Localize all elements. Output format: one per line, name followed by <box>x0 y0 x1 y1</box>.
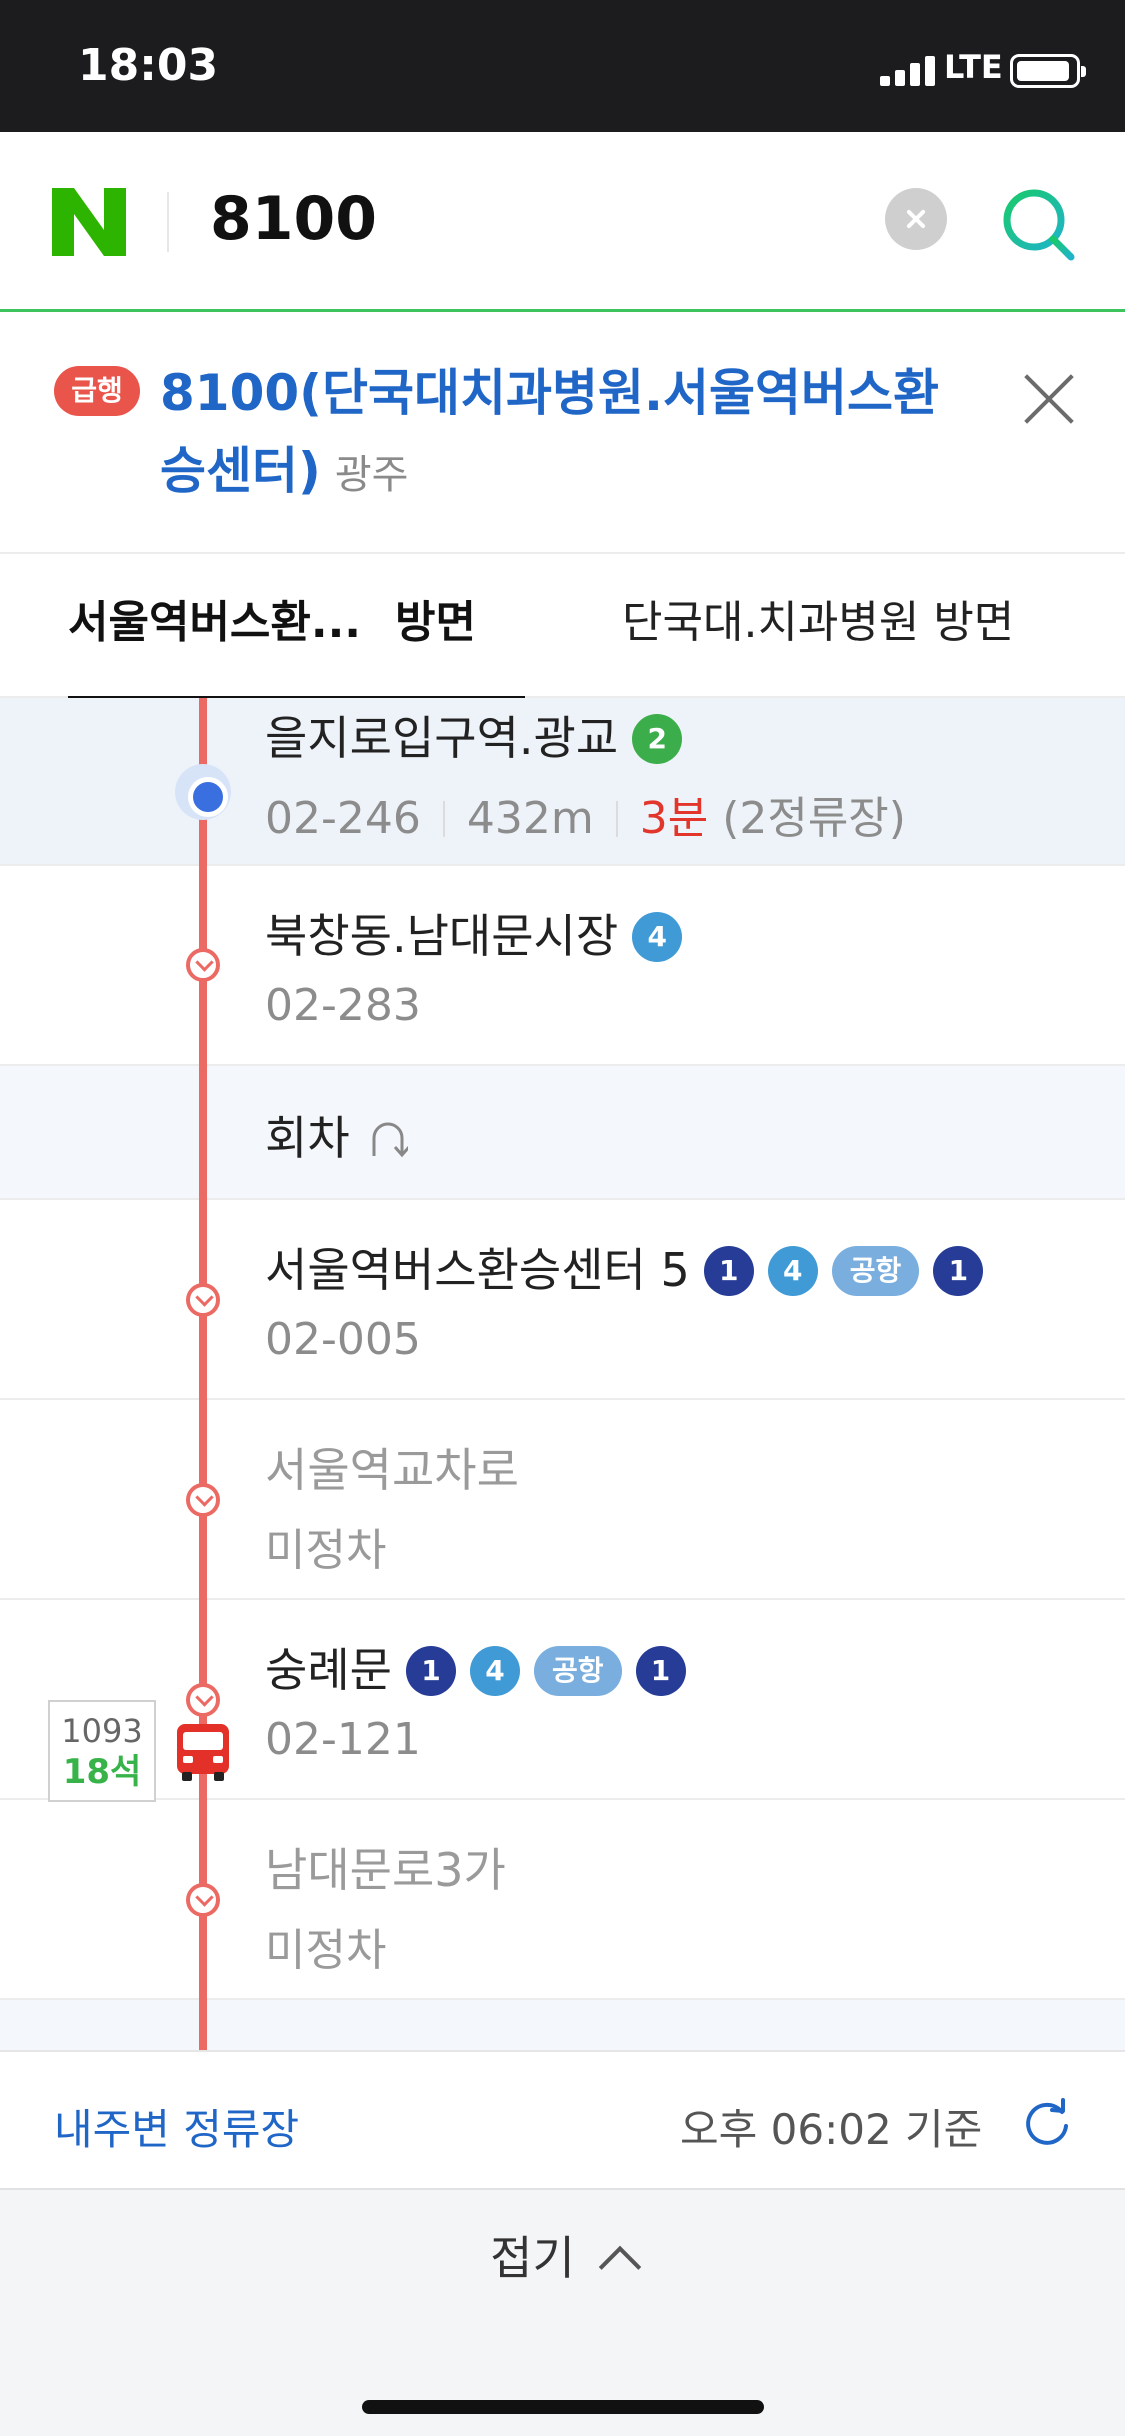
stop-node-icon <box>186 1883 220 1917</box>
refresh-icon[interactable] <box>1022 2098 1072 2148</box>
stop-node-icon <box>186 1483 220 1517</box>
list-item[interactable]: 서울역버스환승센터 5 1 4 공항 1 02-005 <box>0 1200 1125 1400</box>
route-title-text: 8100(단국대치과병원.서울역버스환승센터) <box>160 364 940 500</box>
battery-icon <box>1010 54 1086 88</box>
arrival-eta: 3분 <box>639 793 709 844</box>
search-icon[interactable] <box>1000 186 1078 264</box>
stop-node-icon <box>186 1683 220 1717</box>
stop-status: 미정차 <box>265 1525 387 1576</box>
naver-logo-icon[interactable] <box>52 188 126 256</box>
tab-label-suffix: 방면 <box>395 597 476 648</box>
stop-id: 02-246 <box>265 793 421 844</box>
network-type: LTE <box>944 48 1003 86</box>
stop-name: 서울역버스환승센터 5 <box>265 1243 690 1297</box>
footer-bar: 내주변 정류장 오후 06:02 기준 <box>0 2050 1125 2188</box>
tab-label: 서울역버스환... <box>68 597 362 648</box>
signal-strength-icon <box>880 56 936 86</box>
current-location-icon <box>175 764 231 820</box>
separator <box>615 801 618 837</box>
arrival-eta-note: (2정류장) <box>722 793 906 844</box>
subway-line-badge: 4 <box>469 1646 520 1696</box>
stop-name: 을지로입구역.광교 <box>265 711 619 765</box>
search-bar: 8100 <box>0 132 1125 312</box>
subway-line-badge: 1 <box>405 1646 456 1696</box>
list-item[interactable]: 서울역교차로 미정차 <box>0 1400 1125 1600</box>
stop-distance: 432m <box>466 793 594 844</box>
bottom-safe-area <box>0 2336 1125 2436</box>
stop-id: 02-283 <box>265 980 421 1031</box>
search-input[interactable]: 8100 <box>210 184 377 254</box>
express-badge: 급행 <box>54 366 140 416</box>
status-time: 18:03 <box>78 40 219 91</box>
close-icon[interactable] <box>1022 372 1076 426</box>
direction-tabs: 서울역버스환... 방면 단국대.치과병원 방면 <box>0 554 1125 699</box>
stop-id: 02-121 <box>265 1714 421 1765</box>
route-region: 광주 <box>334 452 409 498</box>
route-header: 급행 8100(단국대치과병원.서울역버스환승센터) 광주 <box>0 312 1125 554</box>
airport-line-badge: 공항 <box>533 1646 622 1696</box>
stop-id: 02-005 <box>265 1314 421 1365</box>
clear-search-button[interactable] <box>885 188 947 250</box>
subway-line-badge: 2 <box>632 714 683 764</box>
list-item[interactable]: 숭례문 1 4 공항 1 02-121 <box>0 1600 1125 1800</box>
list-item[interactable]: 남대문로3가 미정차 <box>0 1800 1125 2000</box>
stop-list[interactable]: 을지로입구역.광교 2 02-246 432m 3분 (2정류장) 북창동.남대문시장… <box>0 698 1125 2050</box>
home-indicator[interactable] <box>362 2400 764 2414</box>
bus-info-plate[interactable]: 1093 18석 <box>48 1700 156 1802</box>
subway-line-badge: 4 <box>632 912 683 962</box>
stop-node-icon <box>186 948 220 982</box>
list-item[interactable]: 북창동.남대문시장 4 02-283 <box>0 866 1125 1066</box>
tab-direction-seoul-station[interactable]: 서울역버스환... 방면 <box>68 554 476 698</box>
route-line <box>199 698 207 2050</box>
subway-line-badge: 4 <box>767 1246 818 1296</box>
turnaround-icon <box>372 1122 408 1158</box>
search-divider <box>167 192 169 252</box>
subway-line-badge: 1 <box>635 1646 686 1696</box>
stop-name: 남대문로3가 <box>265 1843 506 1897</box>
turnaround-row: 회차 <box>0 1066 1125 1200</box>
chevron-up-icon <box>598 2245 642 2289</box>
bus-seats: 18석 <box>62 1752 142 1792</box>
list-item[interactable]: 을지로입구역.광교 2 02-246 432m 3분 (2정류장) <box>0 698 1125 866</box>
tab-direction-dankook[interactable]: 단국대.치과병원 방면 <box>622 554 1014 698</box>
bus-number: 1093 <box>61 1712 143 1750</box>
collapse-label: 접기 <box>490 2231 575 2285</box>
subway-line-badge: 1 <box>703 1246 754 1296</box>
subway-line-badge: 1 <box>933 1246 984 1296</box>
airport-line-badge: 공항 <box>831 1246 920 1296</box>
separator <box>442 801 445 837</box>
route-title: 8100(단국대치과병원.서울역버스환승센터) 광주 <box>160 354 980 514</box>
stop-name: 북창동.남대문시장 <box>265 909 619 963</box>
bus-icon[interactable] <box>174 1722 232 1782</box>
updated-time: 오후 06:02 기준 <box>680 2105 983 2154</box>
stop-node-icon <box>186 1283 220 1317</box>
stop-status: 미정차 <box>265 1925 387 1976</box>
stop-name: 서울역교차로 <box>265 1443 519 1497</box>
collapse-button[interactable]: 접기 <box>0 2188 1125 2336</box>
turnaround-label: 회차 <box>265 1111 350 1165</box>
nearby-stops-link[interactable]: 내주변 정류장 <box>54 2096 299 2157</box>
status-bar: 18:03 LTE <box>0 0 1125 132</box>
stop-name: 숭례문 <box>265 1643 392 1697</box>
